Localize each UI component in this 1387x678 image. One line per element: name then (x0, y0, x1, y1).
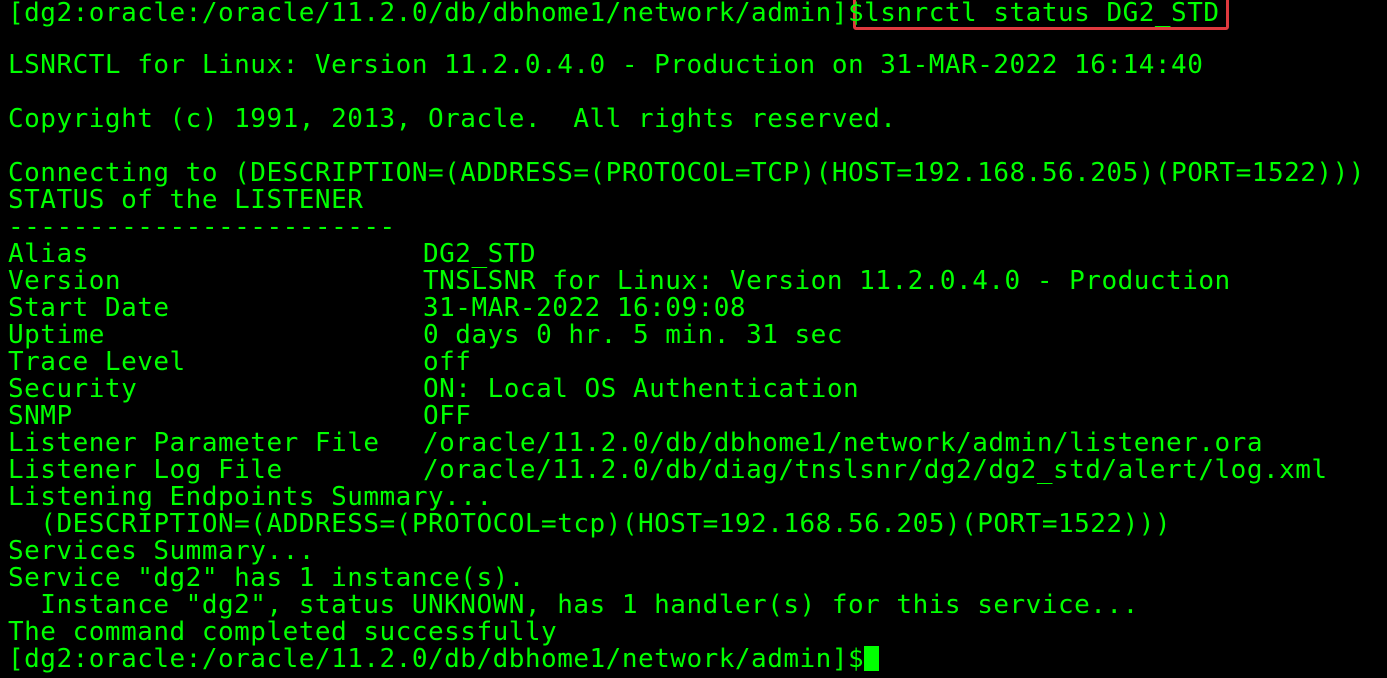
field-value: 0 days 0 hr. 5 min. 31 sec (423, 320, 843, 350)
field-row-alias: Alias DG2_STD (8, 241, 536, 268)
text-cursor (864, 646, 880, 671)
completed-line: The command completed successfully (8, 617, 558, 647)
final-prompt-line[interactable]: [dg2:oracle:/oracle/11.2.0/db/dbhome1/ne… (8, 644, 880, 674)
services-header: Services Summary... (8, 536, 315, 566)
field-value: /oracle/11.2.0/db/dbhome1/network/admin/… (423, 428, 1263, 458)
field-value: TNSLSNR for Linux: Version 11.2.0.4.0 - … (423, 266, 1231, 296)
separator-line: ------------------------ (8, 212, 396, 242)
field-key: Start Date (8, 293, 170, 323)
field-row-start-date: Start Date 31-MAR-2022 16:09:08 (8, 295, 746, 322)
field-key: Trace Level (8, 347, 186, 377)
field-row-snmp: SNMP OFF (8, 403, 471, 430)
endpoints-header: Listening Endpoints Summary... (8, 482, 493, 512)
connecting-line: Connecting to (DESCRIPTION=(ADDRESS=(PRO… (8, 158, 1365, 188)
field-value: 31-MAR-2022 16:09:08 (423, 293, 747, 323)
field-value: ON: Local OS Authentication (423, 374, 860, 404)
field-key: Listener Parameter File (8, 428, 380, 458)
field-key: Alias (8, 239, 89, 269)
shell-prompt: [dg2:oracle:/oracle/11.2.0/db/dbhome1/ne… (8, 0, 865, 28)
field-key: Listener Log File (8, 455, 283, 485)
status-header: STATUS of the LISTENER (8, 185, 364, 215)
instance-line: Instance "dg2", status UNKNOWN, has 1 ha… (8, 590, 1139, 620)
field-row-log-file: Listener Log File/oracle/11.2.0/db/diag/… (8, 457, 1328, 484)
entered-command: lsnrctl status DG2_STD (864, 0, 1220, 28)
field-key: SNMP (8, 401, 73, 431)
field-row-security: Security ON: Local OS Authentication (8, 376, 859, 403)
field-row-uptime: Uptime 0 days 0 hr. 5 min. 31 sec (8, 322, 843, 349)
service-line: Service "dg2" has 1 instance(s). (8, 563, 525, 593)
field-value: OFF (423, 401, 472, 431)
copyright-line: Copyright (c) 1991, 2013, Oracle. All ri… (8, 104, 897, 134)
shell-prompt: [dg2:oracle:/oracle/11.2.0/db/dbhome1/ne… (8, 644, 865, 674)
terminal-window[interactable]: [dg2:oracle:/oracle/11.2.0/db/dbhome1/ne… (0, 0, 1387, 678)
lsnrctl-banner: LSNRCTL for Linux: Version 11.2.0.4.0 - … (8, 50, 1204, 80)
field-value: /oracle/11.2.0/db/diag/tnslsnr/dg2/dg2_s… (423, 455, 1328, 485)
field-key: Security (8, 374, 138, 404)
field-row-trace-level: Trace Level off (8, 349, 471, 376)
field-row-parameter-file: Listener Parameter File/oracle/11.2.0/db… (8, 430, 1263, 457)
field-value: DG2_STD (423, 239, 537, 269)
endpoint-line: (DESCRIPTION=(ADDRESS=(PROTOCOL=tcp)(HOS… (8, 509, 1172, 539)
field-key: Uptime (8, 320, 105, 350)
field-key: Version (8, 266, 122, 296)
command-line: [dg2:oracle:/oracle/11.2.0/db/dbhome1/ne… (8, 0, 1220, 27)
field-value: off (423, 347, 472, 377)
field-row-version: Version TNSLSNR for Linux: Version 11.2.0… (8, 268, 1231, 295)
